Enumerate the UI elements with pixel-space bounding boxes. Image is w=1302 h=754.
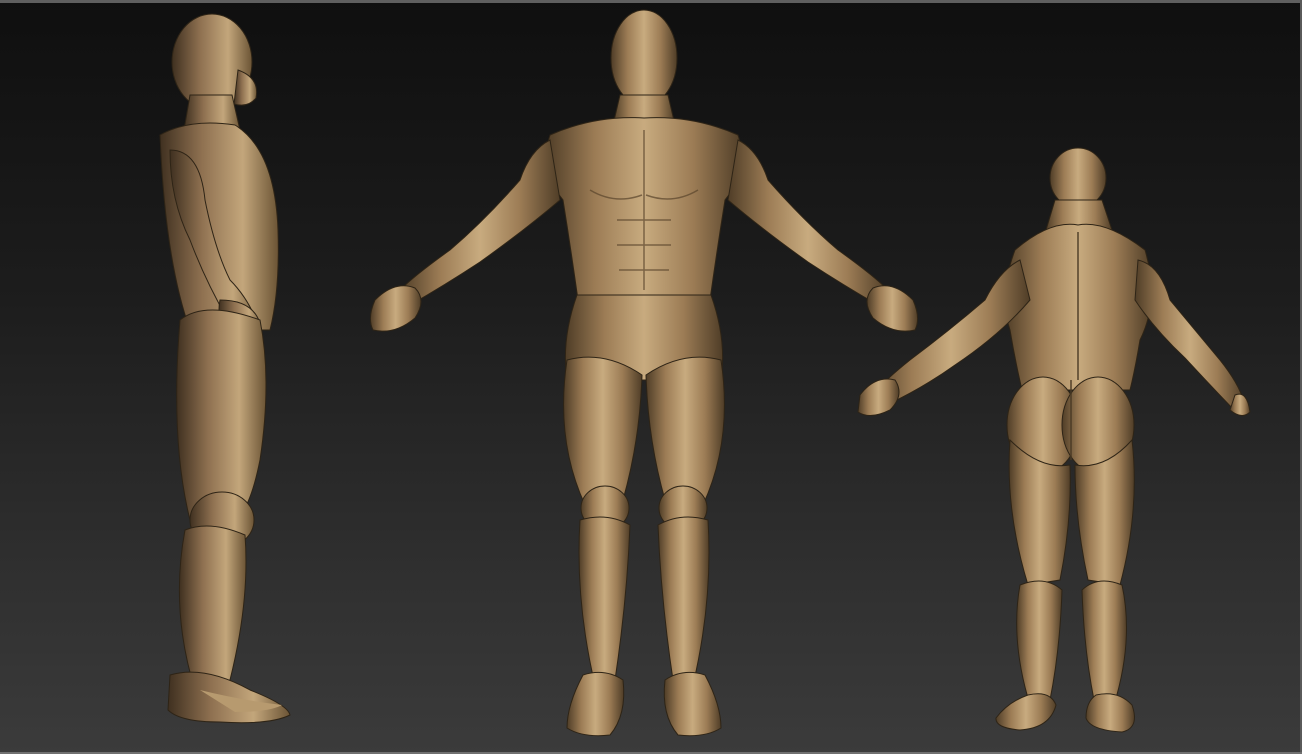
human-figure-front-icon xyxy=(369,9,919,737)
human-figure-back-icon xyxy=(857,147,1251,733)
front-view-figure[interactable] xyxy=(355,0,935,754)
back-view-figure[interactable] xyxy=(850,0,1270,754)
sculpt-viewport[interactable] xyxy=(0,0,1302,754)
human-figure-side-icon xyxy=(159,13,291,724)
side-view-figure[interactable] xyxy=(110,0,340,754)
